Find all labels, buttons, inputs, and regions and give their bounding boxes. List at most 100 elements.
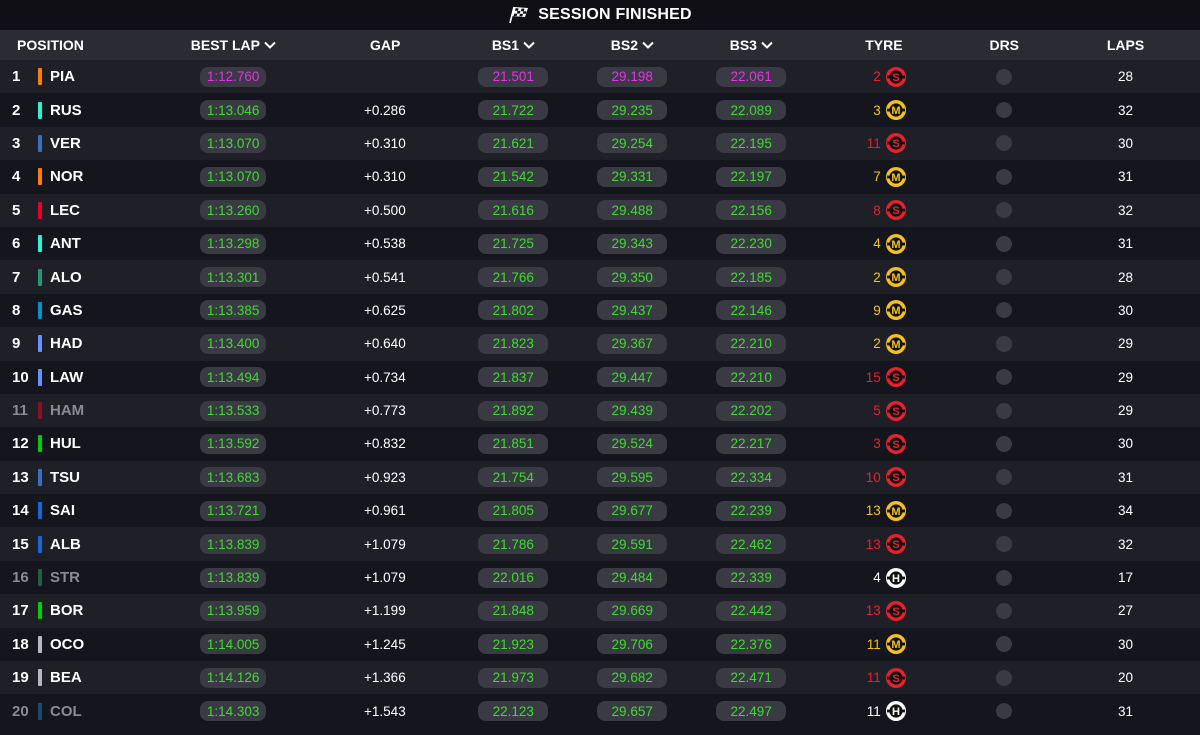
table-row-str[interactable]: 16 STR 1:13.839 +1.079 22.016 29.484 22.…	[0, 560, 1200, 595]
position-number: 13	[12, 468, 29, 486]
drs-cell	[957, 669, 1051, 686]
gap-value: +0.832	[364, 436, 406, 452]
bs3-cell: 22.197	[692, 166, 810, 187]
bs1-time: 21.621	[478, 133, 549, 154]
tyre-cell: 11 S	[810, 667, 957, 689]
table-row-bor[interactable]: 17 BOR 1:13.959 +1.199 21.848 29.669 22.…	[0, 594, 1200, 628]
best-lap-cell: 1:13.070	[151, 166, 316, 187]
best-lap-time: 1:14.303	[200, 701, 267, 722]
tyre-age: 11	[866, 670, 881, 686]
bs1-time: 21.786	[478, 534, 549, 555]
bs1-time: 21.802	[478, 300, 549, 321]
header-bs1[interactable]: BS1	[454, 37, 572, 53]
session-banner: SESSION FINISHED	[0, 0, 1200, 30]
table-row-had[interactable]: 9 HAD 1:13.400 +0.640 21.823 29.367 22.2…	[0, 327, 1200, 361]
bs2-time: 29.677	[597, 500, 668, 521]
table-row-lec[interactable]: 5 LEC 1:13.260 +0.500 21.616 29.488 22.1…	[0, 193, 1200, 227]
bs2-cell: 29.447	[572, 367, 692, 388]
gap-value: +1.079	[364, 536, 406, 552]
bs2-cell: 29.437	[572, 300, 692, 321]
table-row-ham[interactable]: 11 HAM 1:13.533 +0.773 21.892 29.439 22.…	[0, 393, 1200, 428]
bs1-time: 21.823	[478, 333, 549, 354]
drs-indicator	[996, 369, 1013, 386]
laps-count: 30	[1117, 436, 1133, 452]
laps-cell: 34	[1051, 503, 1200, 518]
table-row-law[interactable]: 10 LAW 1:13.494 +0.734 21.837 29.447 22.…	[0, 360, 1200, 394]
team-color-bar	[38, 235, 42, 253]
drs-cell	[957, 502, 1051, 519]
bs2-time: 29.235	[597, 100, 668, 121]
drs-indicator	[996, 168, 1013, 185]
medium-tyre-icon: M	[885, 500, 907, 522]
svg-text:M: M	[891, 639, 900, 651]
header-best-lap[interactable]: BEST LAP	[151, 37, 316, 53]
tyre-cell: 13 S	[810, 600, 957, 622]
table-row-rus[interactable]: 2 RUS 1:13.046 +0.286 21.722 29.235 22.0…	[0, 93, 1200, 127]
bs1-cell: 21.892	[454, 400, 572, 421]
chevron-down-icon	[642, 41, 654, 49]
team-color-bar	[38, 101, 42, 119]
table-row-hul[interactable]: 12 HUL 1:13.592 +0.832 21.851 29.524 22.…	[0, 427, 1200, 461]
drs-cell	[957, 636, 1051, 653]
driver-cell: 16 STR	[0, 569, 151, 587]
bs2-time: 29.447	[597, 367, 668, 388]
table-row-nor[interactable]: 4 NOR 1:13.070 +0.310 21.542 29.331 22.1…	[0, 160, 1200, 194]
bs1-cell: 21.621	[454, 133, 572, 154]
session-status-title: SESSION FINISHED	[538, 6, 692, 23]
table-row-bea[interactable]: 19 BEA 1:14.126 +1.366 21.973 29.682 22.…	[0, 661, 1200, 695]
position-number: 3	[12, 134, 21, 152]
table-row-sai[interactable]: 14 SAI 1:13.721 +0.961 21.805 29.677 22.…	[0, 494, 1200, 528]
team-color-bar	[38, 301, 42, 319]
position-number: 18	[12, 635, 29, 653]
team-color-bar	[38, 502, 42, 520]
header-bs2[interactable]: BS2	[572, 37, 692, 53]
header-bs3[interactable]: BS3	[692, 37, 810, 53]
team-color-bar	[38, 569, 42, 587]
timing-table-body: 1 PIA 1:12.760 21.501 29.198 22.061 2 S	[0, 60, 1200, 728]
laps-cell: 28	[1051, 69, 1200, 84]
gap-cell: +0.961	[316, 503, 455, 518]
table-row-tsu[interactable]: 13 TSU 1:13.683 +0.923 21.754 29.595 22.…	[0, 460, 1200, 495]
laps-count: 29	[1117, 403, 1133, 419]
bs3-cell: 22.210	[692, 367, 810, 388]
bs3-time: 22.230	[716, 233, 787, 254]
gap-cell: +0.832	[316, 436, 455, 451]
bs1-time: 21.616	[478, 200, 549, 221]
bs3-time: 22.210	[716, 367, 787, 388]
bs3-time: 22.146	[716, 300, 787, 321]
laps-count: 31	[1117, 236, 1133, 252]
driver-code: NOR	[50, 168, 84, 186]
bs3-time: 22.376	[716, 634, 787, 655]
medium-tyre-icon: M	[885, 166, 907, 188]
table-row-alb[interactable]: 15 ALB 1:13.839 +1.079 21.786 29.591 22.…	[0, 527, 1200, 561]
best-lap-cell: 1:13.070	[151, 133, 316, 154]
drs-indicator	[996, 703, 1013, 720]
best-lap-cell: 1:13.260	[151, 200, 316, 221]
tyre-age: 13	[865, 536, 881, 552]
medium-tyre-icon: M	[885, 99, 907, 121]
table-row-col[interactable]: 20 COL 1:14.303 +1.543 22.123 29.657 22.…	[0, 694, 1200, 728]
bs2-time: 29.591	[597, 534, 668, 555]
medium-tyre-icon: M	[885, 233, 907, 255]
team-color-bar	[38, 268, 42, 286]
header-tyre: TYRE	[810, 37, 957, 53]
medium-tyre-icon: M	[885, 333, 907, 355]
tyre-age: 3	[873, 436, 881, 452]
best-lap-time: 1:13.721	[200, 500, 267, 521]
table-row-oco[interactable]: 18 OCO 1:14.005 +1.245 21.923 29.706 22.…	[0, 627, 1200, 662]
table-row-pia[interactable]: 1 PIA 1:12.760 21.501 29.198 22.061 2 S	[0, 60, 1200, 94]
gap-cell: +0.310	[316, 136, 455, 151]
gap-value: +1.245	[364, 636, 406, 652]
table-row-alo[interactable]: 7 ALO 1:13.301 +0.541 21.766 29.350 22.1…	[0, 260, 1200, 294]
chevron-down-icon	[264, 41, 276, 49]
bs2-cell: 29.235	[572, 100, 692, 121]
table-row-ver[interactable]: 3 VER 1:13.070 +0.310 21.621 29.254 22.1…	[0, 126, 1200, 161]
best-lap-cell: 1:13.046	[151, 100, 316, 121]
gap-cell: +0.500	[316, 203, 455, 218]
table-row-ant[interactable]: 6 ANT 1:13.298 +0.538 21.725 29.343 22.2…	[0, 226, 1200, 261]
driver-code: HAM	[50, 402, 85, 420]
driver-code: VER	[50, 134, 81, 152]
svg-text:S: S	[892, 372, 899, 384]
table-row-gas[interactable]: 8 GAS 1:13.385 +0.625 21.802 29.437 22.1…	[0, 293, 1200, 328]
driver-code: PIA	[50, 68, 76, 86]
